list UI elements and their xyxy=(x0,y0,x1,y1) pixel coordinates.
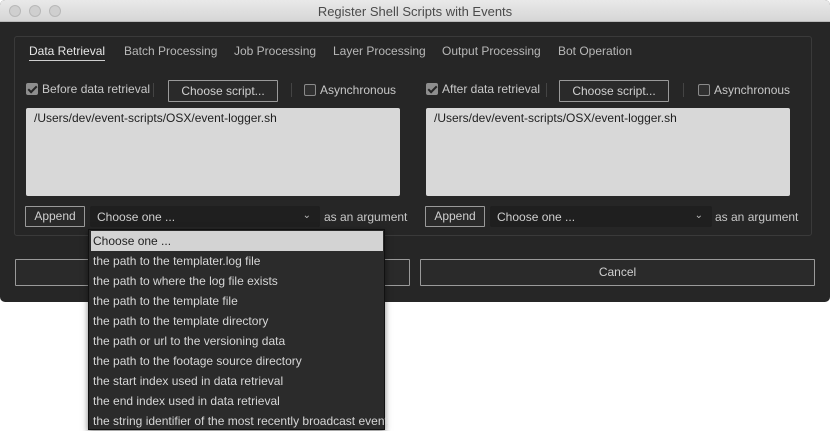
dropdown-option[interactable]: the path to the footage source directory xyxy=(91,351,383,371)
after-suffix-label: as an argument xyxy=(715,210,799,224)
dropdown-option[interactable]: the path to the template file xyxy=(91,291,383,311)
argument-dropdown-list: Choose one ... the path to the templater… xyxy=(88,229,388,431)
after-append-button[interactable]: Append xyxy=(425,206,485,227)
tab-bot-operation[interactable]: Bot Operation xyxy=(558,44,632,58)
after-asynchronous-label: Asynchronous xyxy=(714,83,791,97)
dropdown-option[interactable]: Choose one ... xyxy=(91,231,383,251)
dropdown-option[interactable]: the path to the templater.log file xyxy=(91,251,383,271)
divider xyxy=(546,83,547,97)
dropdown-option[interactable]: the string identifier of the most recent… xyxy=(91,411,388,431)
before-argument-select-value: Choose one ... xyxy=(97,210,176,224)
before-data-retrieval-checkbox[interactable] xyxy=(26,83,38,95)
divider xyxy=(153,83,154,97)
before-data-retrieval-label: Before data retrieval xyxy=(42,82,151,96)
tab-output-processing[interactable]: Output Processing xyxy=(442,44,541,58)
dropdown-option[interactable]: the end index used in data retrieval xyxy=(91,391,383,411)
after-data-retrieval-label: After data retrieval xyxy=(442,82,541,96)
after-argument-select[interactable]: Choose one ... ⌄ xyxy=(490,206,712,227)
before-script-path-field[interactable]: /Users/dev/event-scripts/OSX/event-logge… xyxy=(26,108,400,196)
dropdown-option[interactable]: the path to the template directory xyxy=(91,311,383,331)
divider xyxy=(291,83,292,97)
chevron-down-icon: ⌄ xyxy=(694,210,703,221)
after-asynchronous-checkbox[interactable] xyxy=(698,84,710,96)
tab-layer-processing[interactable]: Layer Processing xyxy=(333,44,426,58)
cancel-button[interactable]: Cancel xyxy=(420,259,815,286)
dropdown-option[interactable]: the start index used in data retrieval xyxy=(91,371,383,391)
tab-data-retrieval[interactable]: Data Retrieval xyxy=(29,44,106,61)
tab-batch-processing[interactable]: Batch Processing xyxy=(124,44,217,58)
after-choose-script-button[interactable]: Choose script... xyxy=(559,80,669,102)
before-asynchronous-label: Asynchronous xyxy=(320,83,397,97)
dropdown-option[interactable]: the path to where the log file exists xyxy=(91,271,383,291)
after-data-retrieval-checkbox[interactable] xyxy=(426,83,438,95)
after-argument-select-value: Choose one ... xyxy=(497,210,576,224)
title-bar: Register Shell Scripts with Events xyxy=(0,0,830,22)
tab-job-processing[interactable]: Job Processing xyxy=(234,44,316,58)
before-argument-select[interactable]: Choose one ... ⌄ xyxy=(90,206,320,227)
window-title: Register Shell Scripts with Events xyxy=(317,4,513,19)
before-choose-script-button[interactable]: Choose script... xyxy=(168,80,278,102)
chevron-down-icon: ⌄ xyxy=(302,210,311,221)
after-script-path-field[interactable]: /Users/dev/event-scripts/OSX/event-logge… xyxy=(426,108,790,196)
dropdown-option[interactable]: the path or url to the versioning data xyxy=(91,331,383,351)
before-suffix-label: as an argument xyxy=(324,210,408,224)
divider xyxy=(683,83,684,97)
before-append-button[interactable]: Append xyxy=(25,206,85,227)
before-asynchronous-checkbox[interactable] xyxy=(304,84,316,96)
